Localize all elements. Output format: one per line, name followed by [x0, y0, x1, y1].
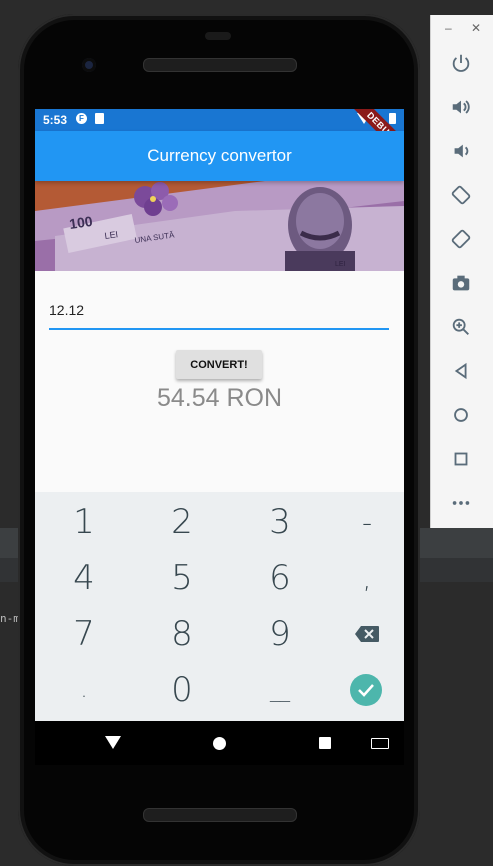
svg-text:LEI: LEI [104, 229, 119, 241]
bottom-speaker [143, 808, 297, 822]
toolbar-window-controls: – ✕ [431, 21, 493, 35]
app-title: Currency convertor [147, 146, 292, 165]
emulator-toolbar: – ✕ [430, 15, 493, 528]
volume-up-button[interactable] [447, 93, 475, 121]
key-1[interactable]: 1 [38, 494, 130, 550]
key-2[interactable]: 2 [136, 494, 228, 550]
nav-recents-icon[interactable] [319, 737, 331, 749]
key-5[interactable]: 5 [136, 550, 228, 606]
key-4[interactable]: 4 [38, 550, 130, 606]
key-space[interactable]: __ [234, 662, 326, 718]
key-8[interactable]: 8 [136, 606, 228, 662]
backspace-key[interactable] [321, 606, 404, 662]
svg-text:LEI: LEI [335, 261, 346, 268]
rotate-left-button[interactable] [447, 181, 475, 209]
svg-text:100: 100 [68, 213, 94, 232]
home-button[interactable] [447, 401, 475, 429]
android-nav-bar [35, 721, 404, 765]
power-icon [452, 54, 470, 72]
app-bar: Currency convertor [35, 131, 404, 181]
rotate-right-button[interactable] [447, 225, 475, 253]
app-screen: 5:53 F DEBUG Currency convertor 100 LEI … [35, 109, 404, 721]
status-bar: 5:53 F DEBUG [35, 109, 404, 163]
more-button[interactable] [447, 489, 475, 517]
key-3[interactable]: 3 [234, 494, 326, 550]
key-comma[interactable]: , [321, 550, 404, 606]
more-dots-icon [452, 501, 470, 505]
convert-button[interactable]: CONVERT! [176, 350, 262, 379]
key-minus[interactable]: - [321, 494, 404, 550]
banknote-image: 100 LEI UNA SUTĂ LEI [35, 181, 404, 271]
top-speaker [143, 58, 297, 72]
key-7[interactable]: 7 [38, 606, 130, 662]
zoom-in-icon [452, 318, 469, 335]
close-button[interactable]: ✕ [471, 21, 481, 35]
volume-down-icon [454, 144, 469, 158]
keyboard-switch-icon[interactable] [371, 738, 389, 749]
banknote-illustration: 100 LEI UNA SUTĂ LEI [35, 181, 404, 271]
key-0[interactable]: 0 [136, 662, 228, 718]
overview-square-icon [454, 452, 468, 466]
backspace-icon [355, 626, 379, 642]
rotate-right-icon [451, 229, 471, 249]
checkmark-icon [358, 684, 374, 697]
volume-down-button[interactable] [447, 137, 475, 165]
sd-card-icon [95, 113, 104, 124]
screenshot-button[interactable] [447, 269, 475, 297]
status-time: 5:53 [43, 113, 68, 127]
top-notch [205, 32, 231, 40]
nav-home-icon[interactable] [213, 737, 226, 750]
overview-button[interactable] [447, 445, 475, 473]
camera-icon [452, 275, 470, 291]
volume-up-icon [452, 100, 470, 114]
front-camera [82, 58, 96, 72]
key-dot[interactable]: . [38, 662, 130, 718]
home-circle-icon [454, 408, 468, 422]
conversion-result: 54.54 RON [156, 384, 283, 412]
ide-console-text: n-m [0, 612, 20, 625]
battery-icon [389, 113, 396, 124]
back-triangle-icon [454, 362, 467, 380]
nav-back-icon[interactable] [105, 736, 121, 749]
key-6[interactable]: 6 [234, 550, 326, 606]
numeric-keyboard: 1 2 3 - 4 5 6 , 7 8 9 . 0 __ [35, 492, 404, 721]
key-9[interactable]: 9 [234, 606, 326, 662]
done-button[interactable] [350, 674, 382, 706]
minimize-button[interactable]: – [445, 21, 452, 35]
rotate-left-icon [451, 185, 471, 205]
amount-input[interactable] [49, 292, 389, 330]
zoom-button[interactable] [447, 313, 475, 341]
notification-icon: F [76, 113, 87, 124]
back-button[interactable] [447, 357, 475, 385]
power-button[interactable] [447, 49, 475, 77]
